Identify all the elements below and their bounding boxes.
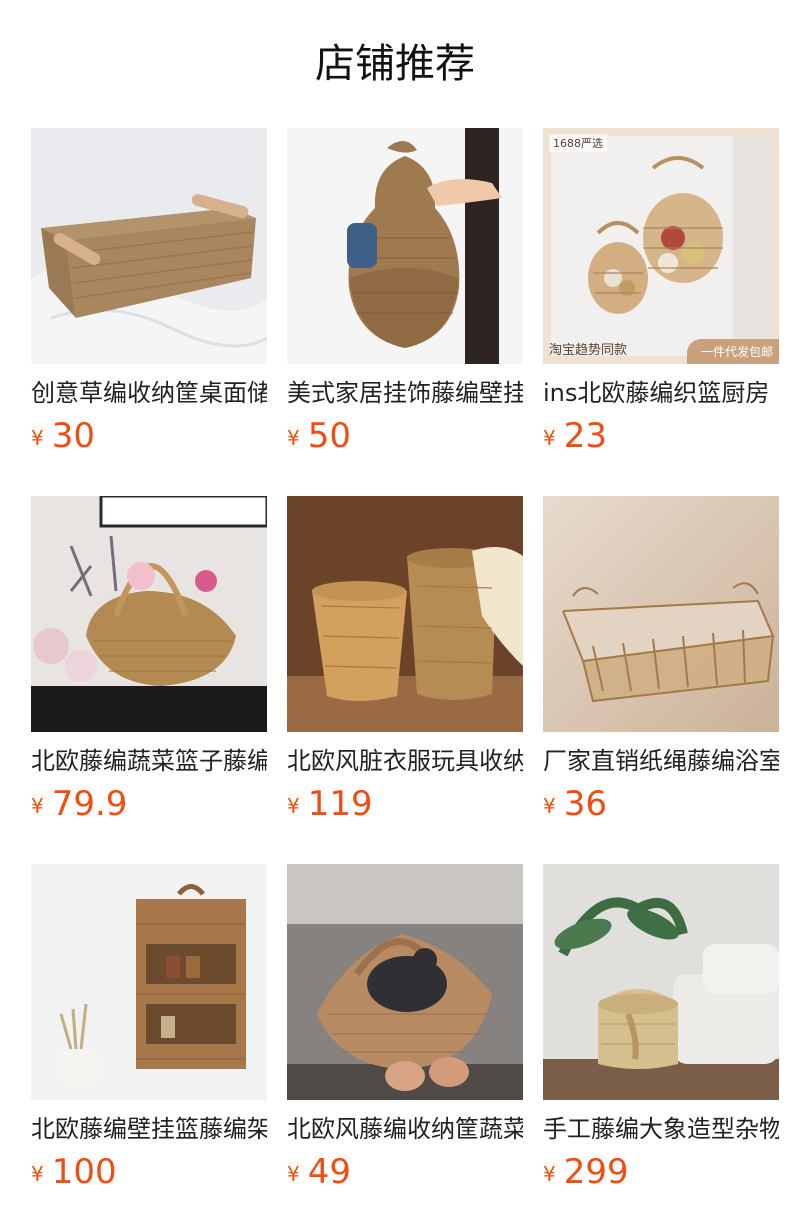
product-price: ¥49 (287, 1152, 523, 1192)
price-value: 50 (307, 416, 351, 456)
currency-symbol: ¥ (543, 1162, 556, 1186)
currency-symbol: ¥ (31, 426, 44, 450)
product-image[interactable] (287, 496, 523, 732)
product-name[interactable]: 美式家居挂饰藤编壁挂 (287, 376, 523, 410)
currency-symbol: ¥ (287, 794, 300, 818)
currency-symbol: ¥ (543, 426, 556, 450)
product-name[interactable]: 北欧藤编壁挂篮藤编架 (31, 1112, 267, 1146)
shipping-badge: 一件代发包邮 (686, 339, 779, 364)
product-price: ¥30 (31, 416, 267, 456)
price-value: 100 (51, 1152, 117, 1192)
product-card[interactable]: 手工藤编大象造型杂物 ¥299 (543, 864, 779, 1232)
product-card[interactable]: 创意草编收纳筐桌面储物 ¥30 (31, 128, 267, 496)
product-grid: 创意草编收纳筐桌面储物 ¥30 (31, 128, 779, 1232)
product-image[interactable] (31, 128, 267, 364)
wall-shelf-basket-image (31, 864, 267, 1100)
product-name[interactable]: 厂家直销纸绳藤编浴室 (543, 744, 779, 778)
currency-symbol: ¥ (31, 1162, 44, 1186)
wire-tray-basket-image (543, 496, 779, 732)
hen-basket-image (287, 864, 523, 1100)
product-image[interactable] (287, 864, 523, 1100)
product-price: ¥50 (287, 416, 523, 456)
product-image[interactable] (543, 864, 779, 1100)
product-card[interactable]: 北欧风脏衣服玩具收纳 ¥119 (287, 496, 523, 864)
product-image[interactable] (287, 128, 523, 364)
pear-wall-basket-image (287, 128, 523, 364)
product-card[interactable]: 1688严选 淘宝趋势同款 一件代发包邮 ins北欧藤编织篮厨房 ¥23 (543, 128, 779, 496)
product-card[interactable]: 北欧藤编蔬菜篮子藤编 ¥79.9 (31, 496, 267, 864)
price-value: 36 (563, 784, 607, 824)
product-card[interactable]: 北欧风藤编收纳筐蔬菜 ¥49 (287, 864, 523, 1232)
currency-symbol: ¥ (287, 1162, 300, 1186)
product-price: ¥299 (543, 1152, 779, 1192)
section-title: 店铺推荐 (315, 41, 475, 87)
laundry-hampers-image (287, 496, 523, 732)
price-value: 49 (307, 1152, 351, 1192)
trend-badge: 淘宝趋势同款 (549, 343, 628, 358)
price-value: 119 (307, 784, 373, 824)
currency-symbol: ¥ (287, 426, 300, 450)
product-name[interactable]: 北欧藤编蔬菜篮子藤编 (31, 744, 267, 778)
selection-badge: 1688严选 (549, 134, 607, 152)
product-price: ¥79.9 (31, 784, 267, 824)
price-value: 30 (51, 416, 95, 456)
product-image[interactable] (543, 496, 779, 732)
product-card[interactable]: 美式家居挂饰藤编壁挂 ¥50 (287, 128, 523, 496)
hanging-onion-baskets-image (543, 128, 779, 364)
product-price: ¥119 (287, 784, 523, 824)
product-card[interactable]: 厂家直销纸绳藤编浴室 ¥36 (543, 496, 779, 864)
product-name[interactable]: ins北欧藤编织篮厨房 (543, 376, 779, 410)
product-name[interactable]: 创意草编收纳筐桌面储物 (31, 376, 267, 410)
currency-symbol: ¥ (543, 794, 556, 818)
price-value: 299 (563, 1152, 629, 1192)
product-image[interactable] (31, 864, 267, 1100)
price-value: 23 (563, 416, 607, 456)
product-card[interactable]: 北欧藤编壁挂篮藤编架 ¥100 (31, 864, 267, 1232)
product-name[interactable]: 手工藤编大象造型杂物 (543, 1112, 779, 1146)
currency-symbol: ¥ (31, 794, 44, 818)
product-image[interactable]: 1688严选 淘宝趋势同款 一件代发包邮 (543, 128, 779, 364)
store-recommendations-page: 店铺推荐 创意草编收纳筐桌面储 ¥ 30 美式家居挂饰藤编壁挂 ¥ 50 168… (0, 0, 790, 1232)
product-price: ¥23 (543, 416, 779, 456)
product-price: ¥100 (31, 1152, 267, 1192)
product-image[interactable] (31, 496, 267, 732)
product-price: ¥36 (543, 784, 779, 824)
rectangular-handle-basket-image (31, 128, 267, 364)
price-value: 79.9 (51, 784, 128, 824)
elephant-basket-image (543, 864, 779, 1100)
product-name[interactable]: 北欧风脏衣服玩具收纳 (287, 744, 523, 778)
product-name[interactable]: 北欧风藤编收纳筐蔬菜 (287, 1112, 523, 1146)
flower-basket-image (31, 496, 267, 732)
